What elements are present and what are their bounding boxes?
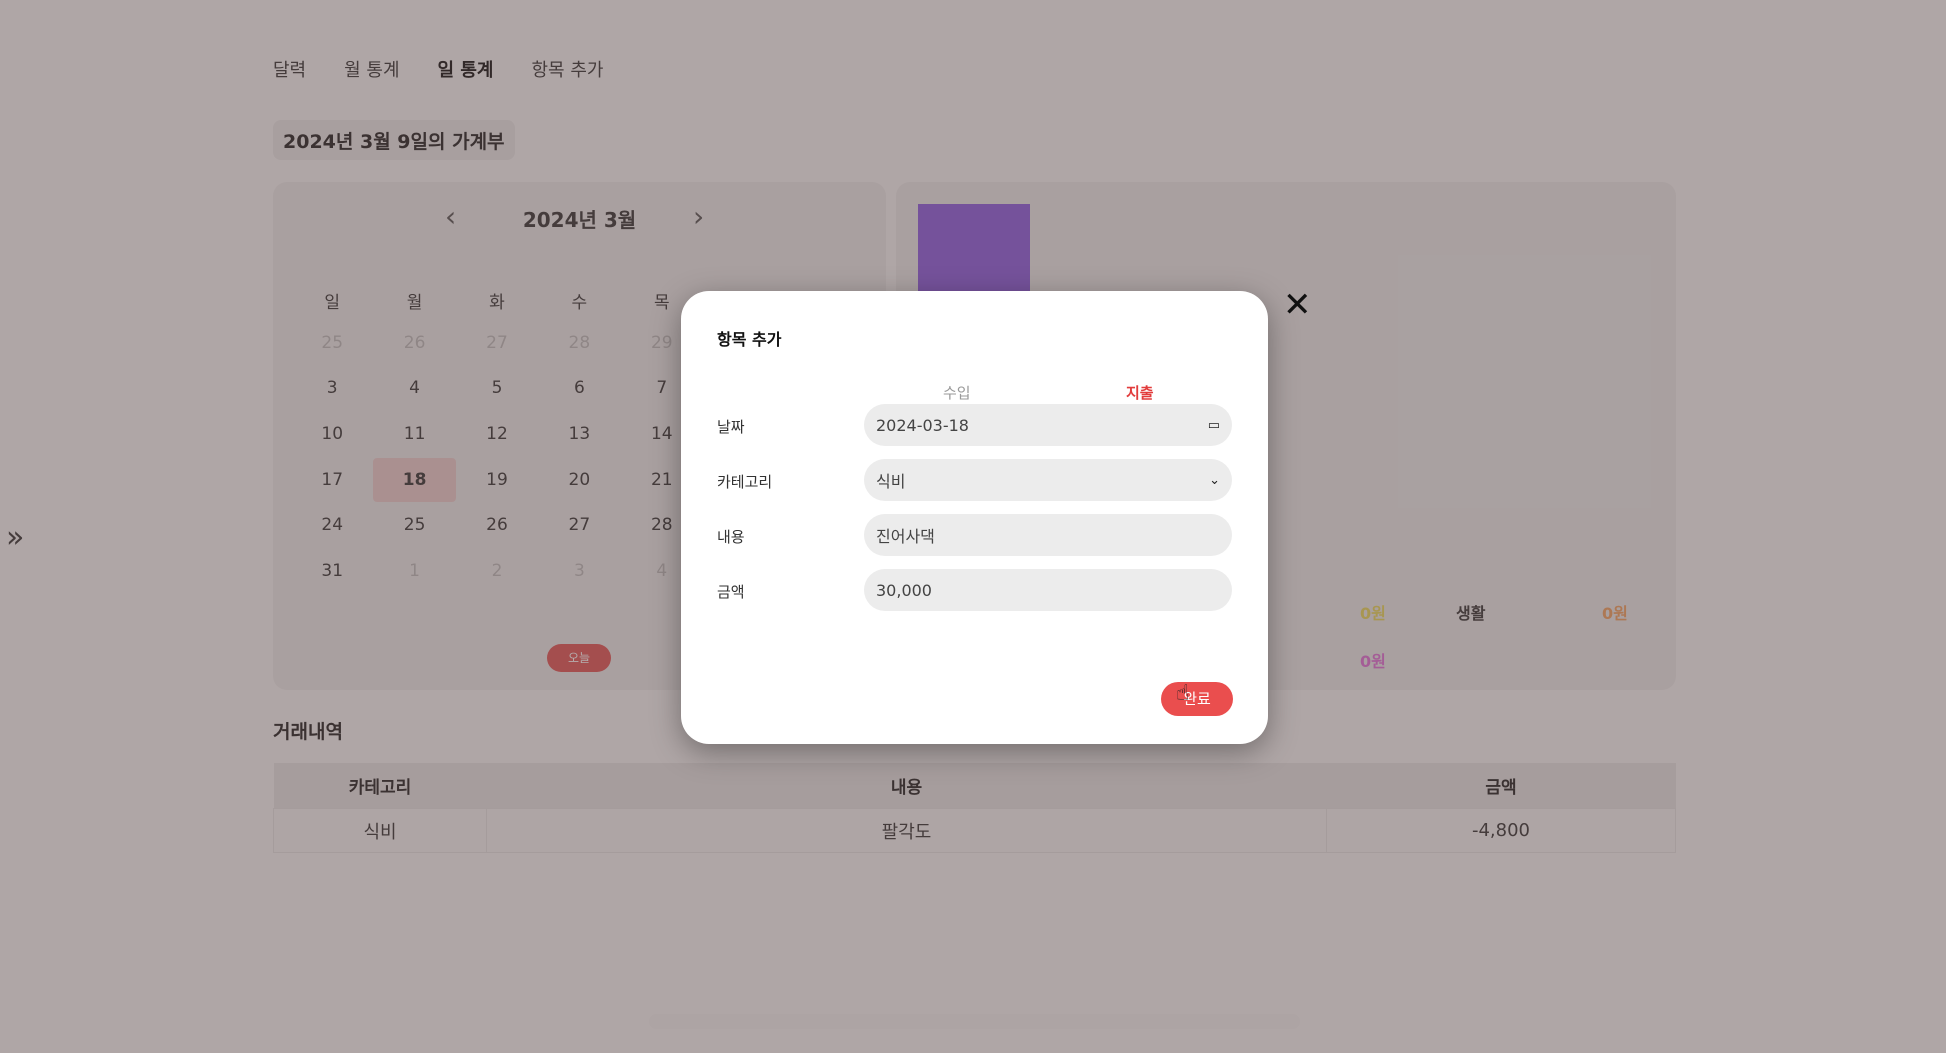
cursor-hand-icon: ☝ [1176,681,1190,706]
content-field[interactable]: 진어사댁 [864,514,1232,556]
amount-label: 금액 [717,583,745,601]
done-button[interactable]: 완료 [1161,682,1233,716]
content-label: 내용 [717,528,745,546]
amount-value: 30,000 [876,580,932,600]
date-label: 날짜 [717,418,745,436]
category-select[interactable]: 식비 ⌄ [864,459,1232,501]
tab-expense[interactable]: 지출 [1126,382,1154,403]
date-value: 2024-03-18 [876,415,969,435]
tab-income[interactable]: 수입 [943,382,971,403]
chevron-down-icon: ⌄ [1209,472,1220,488]
date-field[interactable]: 2024-03-18 ▭ [864,404,1232,446]
calendar-icon[interactable]: ▭ [1208,418,1220,433]
content-value: 진어사댁 [876,527,935,546]
close-icon[interactable]: ✕ [1283,288,1312,322]
amount-field[interactable]: 30,000 [864,569,1232,611]
category-value: 식비 [876,472,906,491]
modal-title: 항목 추가 [717,330,782,349]
category-label: 카테고리 [717,473,773,491]
add-item-modal: 항목 추가 수입 지출 날짜 2024-03-18 ▭ 카테고리 식비 ⌄ 내용… [681,291,1268,744]
